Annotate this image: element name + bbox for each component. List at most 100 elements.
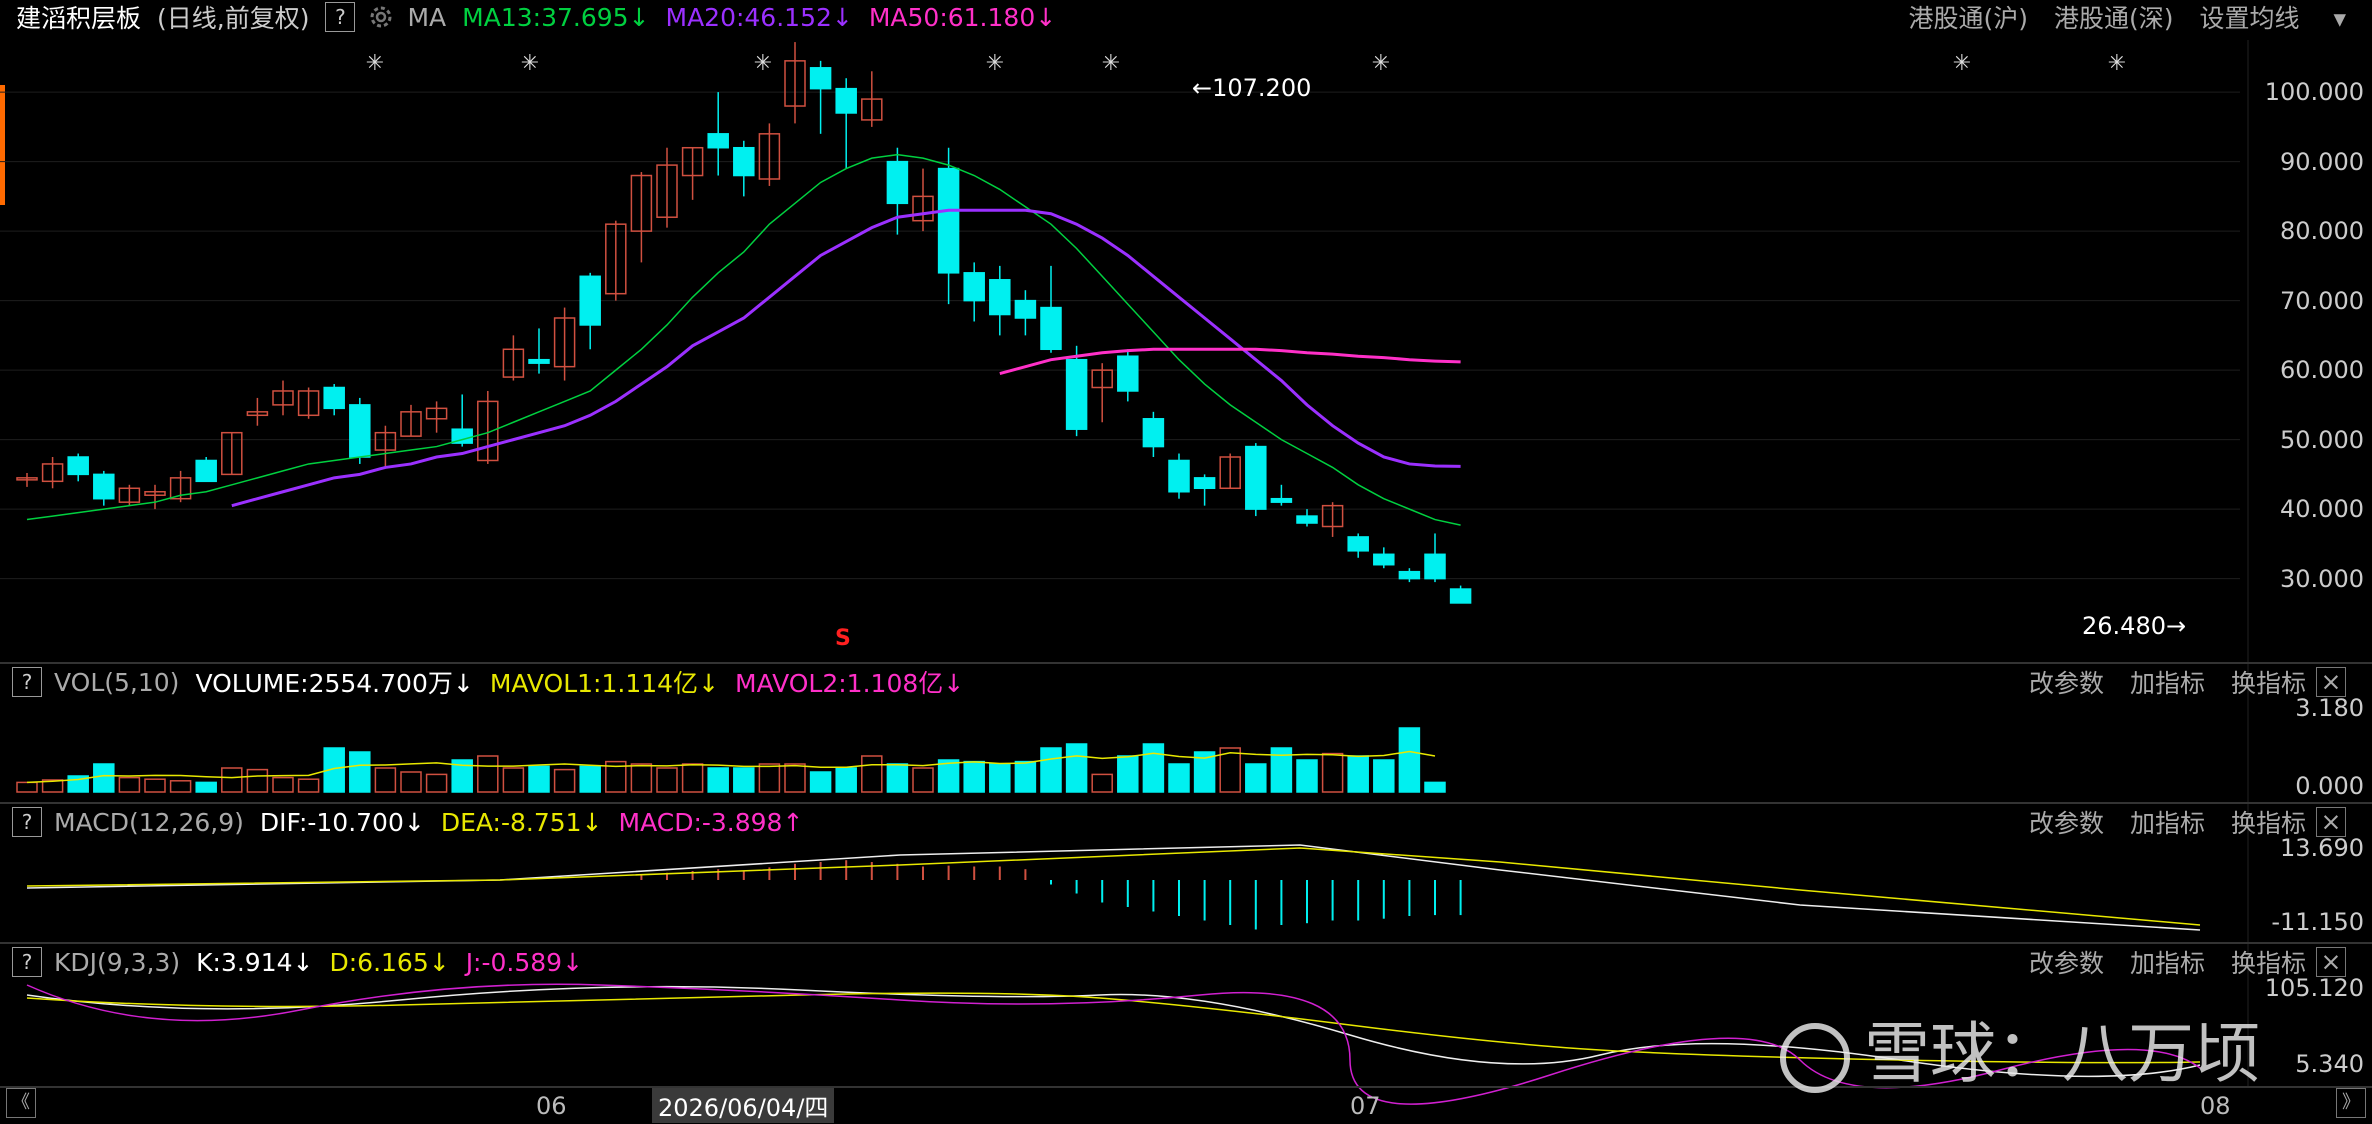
kdj-help-icon[interactable]: ?	[12, 947, 42, 977]
volume-bar	[144, 778, 166, 793]
price-tick-label: 40.000	[2280, 495, 2364, 524]
volume-bar	[1091, 773, 1113, 793]
price-tick-label: 30.000	[2280, 564, 2364, 593]
volume-bar	[733, 767, 755, 793]
volume-bar	[579, 765, 601, 793]
candle-body	[733, 146, 755, 177]
candle-body	[1193, 477, 1216, 490]
volume-bar	[886, 763, 909, 793]
macd-macd: MACD:-3.898↑	[618, 807, 804, 837]
candle-body	[195, 459, 217, 483]
vol-close-icon[interactable]: ×	[2316, 667, 2346, 697]
kdj-d: D:6.165↓	[329, 947, 450, 977]
vol-name[interactable]: VOL(5,10)	[54, 668, 179, 697]
volume-bar	[1040, 747, 1062, 793]
candle-body	[528, 358, 550, 364]
vol-axis-bottom: 0.000	[2295, 772, 2364, 800]
vol-help-icon[interactable]: ?	[12, 667, 42, 697]
price-tick-label: 80.000	[2280, 217, 2364, 246]
macd-add-indicator-button[interactable]: 加指标	[2130, 804, 2205, 840]
volume-bar	[1117, 755, 1139, 793]
high-price-annotation: ←107.200	[1192, 74, 1312, 102]
scroll-right-button[interactable]: 》	[2336, 1088, 2366, 1118]
volume-bar	[169, 780, 192, 793]
volume-bar	[477, 755, 499, 793]
volume-bar	[374, 767, 397, 793]
volume-bar	[400, 771, 422, 793]
volume-bar	[1373, 759, 1395, 793]
vol-add-indicator-button[interactable]: 加指标	[2130, 664, 2205, 700]
candle-body	[989, 279, 1011, 316]
volume-bar	[989, 763, 1011, 793]
volume-bar	[553, 768, 576, 793]
price-tick-label: 100.000	[2264, 78, 2364, 107]
macd-dea: DEA:-8.751↓	[440, 807, 603, 837]
volume-bar	[246, 768, 269, 793]
volume-bar	[118, 776, 141, 793]
signal-marker: S	[835, 626, 851, 651]
volume-bar	[502, 767, 525, 793]
volume-bar	[1321, 752, 1344, 793]
candle-body	[835, 87, 857, 114]
event-star-icon: ✳	[366, 51, 384, 76]
candle-body	[1449, 588, 1472, 604]
volume-bar	[937, 759, 960, 793]
candle-body	[1040, 306, 1062, 351]
volume-bar	[349, 751, 371, 793]
price-tick-label: 70.000	[2280, 286, 2364, 315]
macd-close-icon[interactable]: ×	[2316, 807, 2346, 837]
candle-body	[1398, 570, 1421, 580]
volume-bar	[1347, 755, 1369, 793]
vol-mavol1: MAVOL1:1.114亿↓	[489, 669, 720, 698]
event-star-icon: ✳	[1102, 51, 1120, 76]
macd-help-icon[interactable]: ?	[12, 807, 42, 837]
volume-bar	[681, 763, 704, 793]
event-star-icon: ✳	[754, 51, 772, 76]
volume-bar	[1398, 727, 1421, 793]
kdj-close-icon[interactable]: ×	[2316, 947, 2346, 977]
volume-bar	[272, 776, 294, 793]
volume-bar	[784, 763, 806, 793]
macd-dif: DIF:-10.700↓	[259, 807, 425, 837]
volume-bar	[835, 767, 857, 793]
candle-body	[1347, 536, 1369, 552]
event-star-icon: ✳	[521, 51, 539, 76]
kdj-change-params-button[interactable]: 改参数	[2029, 944, 2104, 980]
xueqiu-watermark: 雪球：八万顷	[1780, 1000, 2260, 1096]
macd-axis-top: 13.690	[2280, 834, 2364, 862]
event-star-icon: ✳	[1372, 51, 1390, 76]
vol-volume: VOLUME:2554.700万↓	[195, 669, 474, 698]
macd-change-params-button[interactable]: 改参数	[2029, 804, 2104, 840]
x-label-07: 07	[1350, 1092, 1381, 1120]
volume-bar	[809, 771, 832, 793]
candle-body	[1065, 358, 1088, 430]
candle-body	[67, 456, 89, 476]
volume-bar	[528, 765, 550, 793]
vol-header: ? VOL(5,10) VOLUME:2554.700万↓ MAVOL1:1.1…	[0, 664, 2372, 700]
xueqiu-logo-icon	[1780, 1022, 1850, 1093]
volume-bar	[912, 767, 934, 793]
macd-name[interactable]: MACD(12,26,9)	[54, 808, 244, 837]
candle-body	[886, 160, 909, 205]
volume-bar	[963, 760, 985, 793]
vol-change-params-button[interactable]: 改参数	[2029, 664, 2104, 700]
volume-bar	[195, 781, 217, 793]
candle-body	[1245, 445, 1267, 510]
volume-bar	[656, 767, 678, 793]
candle-body	[1270, 497, 1293, 503]
kdj-add-indicator-button[interactable]: 加指标	[2130, 944, 2205, 980]
volume-bar	[297, 778, 320, 793]
volume-bar	[1245, 763, 1267, 793]
kdj-header: ? KDJ(9,3,3) K:3.914↓ D:6.165↓ J:-0.589↓…	[0, 944, 2372, 980]
vol-mavol2: MAVOL2:1.108亿↓	[735, 669, 965, 698]
candle-body	[1424, 553, 1446, 580]
ma20-line	[231, 208, 1461, 508]
scroll-left-button[interactable]: 《	[6, 1088, 36, 1118]
candle-body	[963, 272, 985, 302]
candle-body	[349, 404, 371, 458]
candle-body	[323, 386, 345, 410]
volume-bar	[221, 767, 243, 793]
kdj-name[interactable]: KDJ(9,3,3)	[54, 948, 180, 977]
volume-bar	[1424, 781, 1446, 793]
kdj-k: K:3.914↓	[196, 947, 314, 977]
